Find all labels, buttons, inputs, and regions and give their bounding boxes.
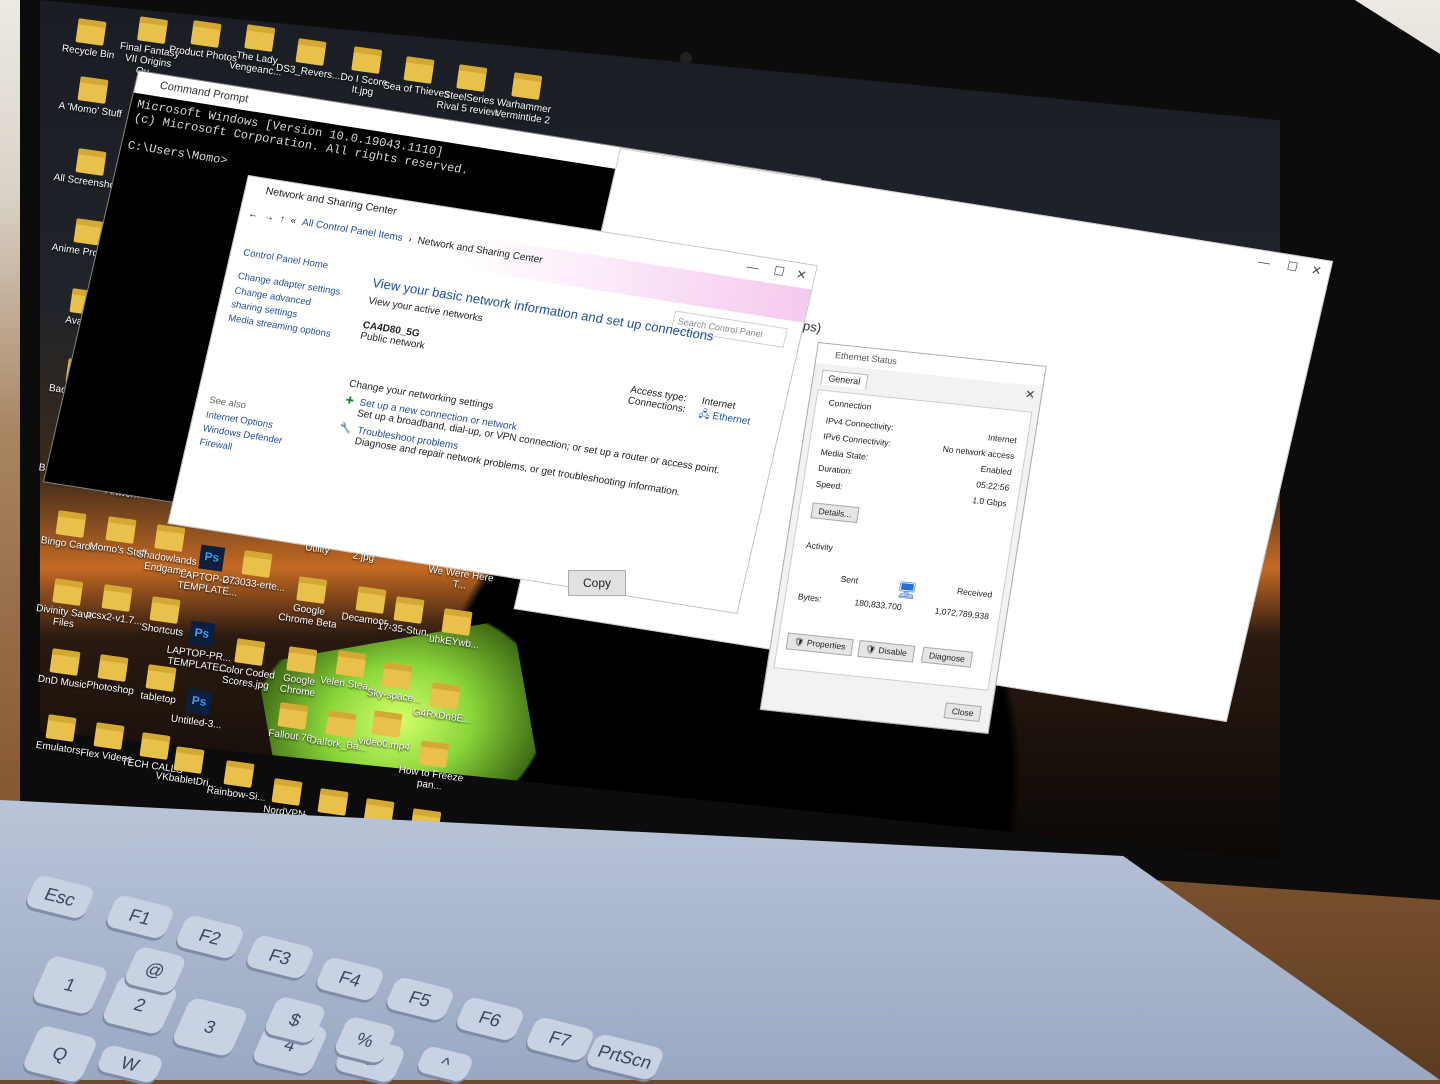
folder-icon xyxy=(241,550,273,578)
webcam xyxy=(680,52,692,64)
ethernet-icon: 🖧 xyxy=(697,408,712,422)
breadcrumb-chevron: « xyxy=(289,215,298,227)
shield-icon: 🛡 xyxy=(864,643,878,655)
folder-icon xyxy=(456,64,488,92)
forward-arrow-icon[interactable]: → xyxy=(263,211,275,223)
folder-icon xyxy=(286,646,318,674)
new-connection-icon: ✚ xyxy=(344,395,355,408)
folder-icon xyxy=(429,682,461,710)
activity-heading: Activity xyxy=(805,539,834,553)
folder-icon xyxy=(511,72,543,100)
shield-icon: 🛡 xyxy=(793,636,806,648)
back-arrow-icon[interactable]: ← xyxy=(247,209,259,221)
folder-icon xyxy=(105,516,137,544)
close-button[interactable]: Close xyxy=(943,702,982,722)
laptop: Recycle BinFinal Fantasy VII Origins Ou.… xyxy=(0,0,1440,1084)
folder-icon xyxy=(75,148,107,176)
folder-icon xyxy=(45,714,77,742)
details-button[interactable]: Details... xyxy=(810,502,860,524)
tab-general[interactable]: General xyxy=(820,369,869,390)
folder-icon xyxy=(234,638,266,666)
copy-button[interactable]: Copy xyxy=(568,570,626,596)
diagnose-button[interactable]: Diagnose xyxy=(920,646,974,668)
ethernet-panel: Connection IPv4 Connectivity: Internet IP… xyxy=(773,389,1033,691)
folder-icon xyxy=(418,740,450,768)
folder-icon xyxy=(190,20,222,48)
folder-icon xyxy=(52,578,84,606)
folder-icon xyxy=(244,24,276,52)
minimize-icon[interactable]: — xyxy=(1257,254,1272,270)
folder-icon xyxy=(441,608,473,636)
up-arrow-icon[interactable]: ↑ xyxy=(279,214,286,226)
received-label: Received xyxy=(956,585,994,600)
folder-icon xyxy=(351,46,383,74)
folder-icon xyxy=(277,702,309,730)
folder-icon xyxy=(97,654,129,682)
folder-icon xyxy=(101,584,133,612)
sent-label: Sent xyxy=(839,573,859,586)
desktop-icon[interactable]: Ps LAPTOP-PR... TEMPLATE... xyxy=(162,617,238,675)
network-computers-icon: 🖥 xyxy=(895,581,919,601)
folder-icon xyxy=(223,760,255,788)
photoshop-file-icon: Ps xyxy=(185,688,213,716)
breadcrumb-separator: › xyxy=(407,234,414,246)
close-icon[interactable]: ✕ xyxy=(1024,387,1036,402)
folder-icon xyxy=(75,18,107,46)
maximize-icon[interactable]: ☐ xyxy=(1286,259,1300,274)
folder-icon xyxy=(325,710,357,738)
ethernet-title: Ethernet Status xyxy=(834,349,898,367)
folder-icon xyxy=(49,648,81,676)
folder-icon xyxy=(77,76,109,104)
close-icon[interactable]: ✕ xyxy=(1310,263,1323,278)
properties-button[interactable]: 🛡 Properties xyxy=(785,632,854,657)
photoshop-file-icon: Ps xyxy=(188,620,216,648)
troubleshoot-icon: 🔧 xyxy=(337,422,353,436)
folder-icon xyxy=(173,746,205,774)
folder-icon xyxy=(136,16,169,45)
folder-icon xyxy=(295,38,327,66)
folder-icon xyxy=(55,510,87,538)
folder-icon xyxy=(381,662,413,690)
folder-icon xyxy=(335,650,367,678)
folder-icon xyxy=(393,596,425,624)
nsc-main: View your basic network information and … xyxy=(335,275,769,507)
folder-icon xyxy=(403,56,435,84)
disable-button[interactable]: 🛡 Disable xyxy=(857,639,916,663)
folder-icon xyxy=(296,576,328,604)
folder-icon xyxy=(317,788,349,816)
desktop-icon[interactable]: Warhammer Vermintide 2 xyxy=(487,69,563,127)
